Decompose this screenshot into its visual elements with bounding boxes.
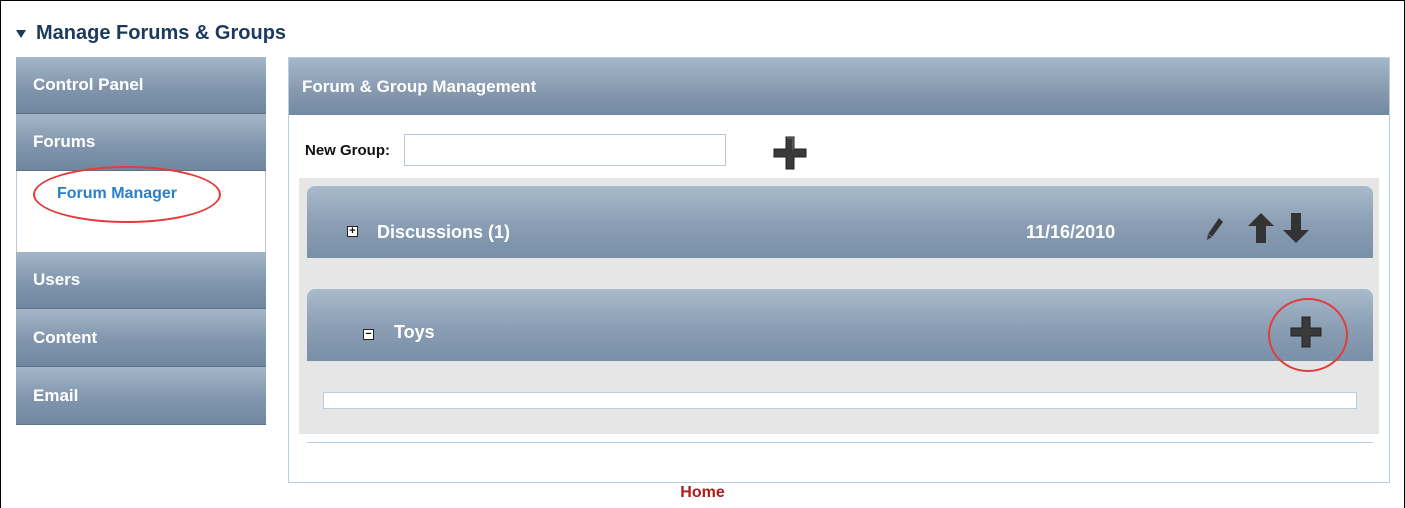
add-group-plus-icon[interactable] bbox=[771, 134, 809, 172]
new-group-label: New Group: bbox=[305, 141, 390, 159]
divider bbox=[307, 442, 1373, 443]
page-title: Manage Forums & Groups bbox=[36, 21, 287, 44]
group-row-toys: − Toys bbox=[307, 289, 1373, 361]
panel-title: Forum & Group Management bbox=[289, 58, 1389, 115]
group-date: 11/16/2010 bbox=[1026, 222, 1116, 242]
collapse-icon[interactable]: − bbox=[363, 329, 374, 340]
group-name[interactable]: Toys bbox=[394, 322, 435, 343]
sidebar-item-forums[interactable]: Forums bbox=[16, 114, 266, 171]
arrow-down-icon[interactable] bbox=[1282, 212, 1310, 244]
add-forum-plus-icon[interactable] bbox=[1289, 315, 1323, 349]
home-link-label: Home bbox=[680, 484, 725, 501]
pencil-icon[interactable] bbox=[1205, 216, 1225, 242]
group-row-discussions: + Discussions (1) 11/16/2010 bbox=[307, 186, 1373, 258]
sidebar-item-email[interactable]: Email bbox=[16, 367, 266, 425]
sidebar-nav: Control Panel Forums Forum Manager Users… bbox=[16, 57, 266, 425]
sidebar-item-label: Users bbox=[33, 270, 81, 289]
sidebar-item-control-panel[interactable]: Control Panel bbox=[16, 57, 266, 114]
groups-list: + Discussions (1) 11/16/2010 − Toys bbox=[299, 178, 1379, 434]
collapse-triangle-icon[interactable] bbox=[16, 30, 26, 38]
new-group-input[interactable] bbox=[404, 134, 726, 166]
arrow-up-icon[interactable] bbox=[1247, 212, 1275, 244]
sidebar-item-content[interactable]: Content bbox=[16, 309, 266, 367]
new-group-row: New Group: bbox=[305, 134, 726, 166]
forum-list-empty bbox=[323, 392, 1357, 409]
panel-title-text: Forum & Group Management bbox=[302, 76, 537, 96]
forum-group-management-panel: Forum & Group Management New Group: + Di… bbox=[288, 57, 1390, 483]
home-link[interactable]: Home bbox=[0, 484, 1405, 502]
sidebar-item-users[interactable]: Users bbox=[16, 252, 266, 309]
expand-icon[interactable]: + bbox=[347, 226, 358, 237]
sidebar-subnav-forums: Forum Manager bbox=[16, 171, 266, 252]
sidebar-item-label: Forums bbox=[33, 132, 96, 151]
sidebar-subitem-forum-manager[interactable]: Forum Manager bbox=[57, 185, 177, 202]
group-name[interactable]: Discussions (1) bbox=[377, 222, 510, 243]
sidebar-item-label: Control Panel bbox=[33, 75, 144, 94]
page-header[interactable]: Manage Forums & Groups bbox=[16, 20, 286, 46]
sidebar-item-label: Content bbox=[33, 327, 98, 347]
sidebar-item-label: Email bbox=[33, 385, 79, 405]
